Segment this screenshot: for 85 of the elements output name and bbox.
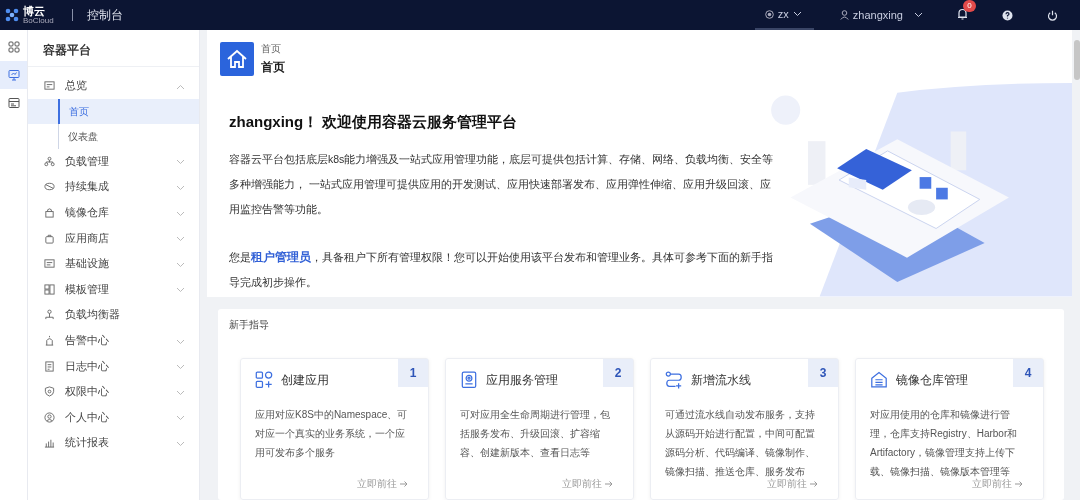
card-description: 可通过流水线自动发布服务，支持从源码开始进行配置，中间可配置源码分析、代码编译、镜像制作、镜像扫描、推送仓库、服务发布 <box>665 408 816 478</box>
chevron-icon <box>176 415 185 422</box>
menu-item[interactable]: 日志中心 <box>28 353 199 379</box>
step-number: 1 <box>398 359 428 387</box>
submenu-item[interactable]: 仪表盘 <box>28 123 199 149</box>
step-number: 2 <box>603 359 633 387</box>
bag-icon <box>44 232 55 244</box>
menu-item[interactable]: 个人中心 <box>28 404 199 431</box>
chevron-icon <box>792 11 802 17</box>
log-icon <box>44 360 55 372</box>
guide-title: 新手指导 <box>229 318 270 332</box>
menu-item[interactable]: 告警中心 <box>28 327 199 354</box>
welcome-heading: zhangxing！ 欢迎使用容器云服务管理平台 <box>229 113 519 132</box>
chevron-icon <box>176 364 185 371</box>
shield-icon <box>44 386 55 398</box>
card-title: 镜像仓库管理 <box>896 371 968 389</box>
arrow-icon <box>1015 481 1023 487</box>
menu-item[interactable]: 模板管理 <box>28 276 199 303</box>
grid-icon <box>44 283 55 295</box>
apps-icon <box>7 41 20 53</box>
help-icon[interactable] <box>1002 9 1013 21</box>
chevron-icon <box>914 12 923 18</box>
arrow-icon <box>605 481 613 487</box>
page-title: 首页 <box>261 59 285 76</box>
card-title: 应用服务管理 <box>486 371 558 389</box>
bell-icon[interactable] <box>957 7 968 20</box>
breadcrumb: 首页 <box>261 42 282 56</box>
chevron-icon <box>176 185 185 191</box>
brand-subtitle: BoCloud <box>23 16 54 25</box>
tenant-icon <box>764 9 774 19</box>
chevron-icon <box>176 83 185 90</box>
chevron-icon <box>176 210 185 217</box>
bar-chart-icon <box>44 437 55 449</box>
menu-item[interactable]: 应用商店 <box>28 225 199 251</box>
logo-icon <box>4 7 20 23</box>
arrow-icon <box>810 481 818 487</box>
scrollbar-thumb[interactable] <box>1074 40 1080 80</box>
intro-paragraph: 容器云平台包括底层k8s能力增强及一站式应用管理功能，底层可提供包括计算、存储、网络、负载均衡、安全等多种增强能力， 一站式应用管理可提供应用的开发测试、应用快速部署发布、应用弹性伸缩、应用升级回滚、应用监控告警等功能。 <box>229 152 774 217</box>
menu-item[interactable]: 持续集成 <box>28 174 199 200</box>
chevron-icon <box>176 338 185 345</box>
menu-item[interactable]: 权限中心 <box>28 378 199 405</box>
menu-item[interactable]: 负载均衡器 <box>28 302 199 328</box>
badge-icon <box>460 371 478 389</box>
cycle-icon <box>44 181 55 193</box>
role-paragraph: 您是租户管理员，具备租户下所有管理权限！您可以开始使用该平台发布和管理业务。具体可参考下面的新手指导完成初步操作。 <box>229 249 774 290</box>
chevron-icon <box>176 236 185 243</box>
step-number: 4 <box>1013 359 1043 387</box>
card-description: 应用对应K8S中的Namespace、可对应一个真实的业务系统，一个应用可发布多个服务 <box>255 408 409 460</box>
panel-icon <box>44 258 55 270</box>
card-title: 新增流水线 <box>691 371 751 389</box>
menu-item[interactable]: 镜像仓库 <box>28 199 199 226</box>
chevron-icon <box>176 261 185 268</box>
nodes-icon <box>44 155 55 167</box>
pipeline-icon <box>665 371 683 389</box>
chevron-icon <box>176 389 185 396</box>
menu-item[interactable]: 统计报表 <box>28 430 199 456</box>
chevron-icon <box>176 440 185 447</box>
menu-item[interactable]: 负载管理 <box>28 148 199 175</box>
card-description: 可对应用全生命周期进行管理，包括服务发布、升级回滚、扩容缩容、创建新版本、查看日志等 <box>460 408 611 460</box>
shapes-icon <box>255 371 273 389</box>
card-description: 对应用使用的仓库和镜像进行管理，仓库支持Registry、Harbor和Artifactory，镜像管理支持上传下载、镜像扫描、镜像版本管理等 <box>870 408 1019 478</box>
chevron-icon <box>176 159 185 166</box>
panel-icon <box>7 97 20 109</box>
balance-icon <box>44 309 55 321</box>
panel-icon <box>44 80 55 92</box>
step-number: 3 <box>808 359 838 387</box>
menu-item[interactable]: 总览 <box>28 73 199 99</box>
alarm-icon <box>44 335 55 347</box>
house-icon <box>870 371 888 389</box>
user-icon <box>839 10 849 20</box>
brand-name: 博云 <box>23 5 46 17</box>
user-menu[interactable]: zhangxing <box>839 9 923 21</box>
lock-box-icon <box>44 207 55 219</box>
chevron-icon <box>176 287 185 294</box>
notification-badge: 0 <box>963 0 976 12</box>
card-title: 创建应用 <box>281 371 329 389</box>
person-icon <box>44 411 55 423</box>
home-tile-icon <box>220 42 254 76</box>
sidebar-title: 容器平台 <box>28 30 199 67</box>
monitor-icon <box>7 69 20 81</box>
submenu-item[interactable]: 首页 <box>28 98 199 124</box>
console-title: 控制台 <box>86 6 123 24</box>
menu-item[interactable]: 基础设施 <box>28 250 199 277</box>
arrow-icon <box>400 481 408 487</box>
power-icon[interactable] <box>1047 9 1058 21</box>
